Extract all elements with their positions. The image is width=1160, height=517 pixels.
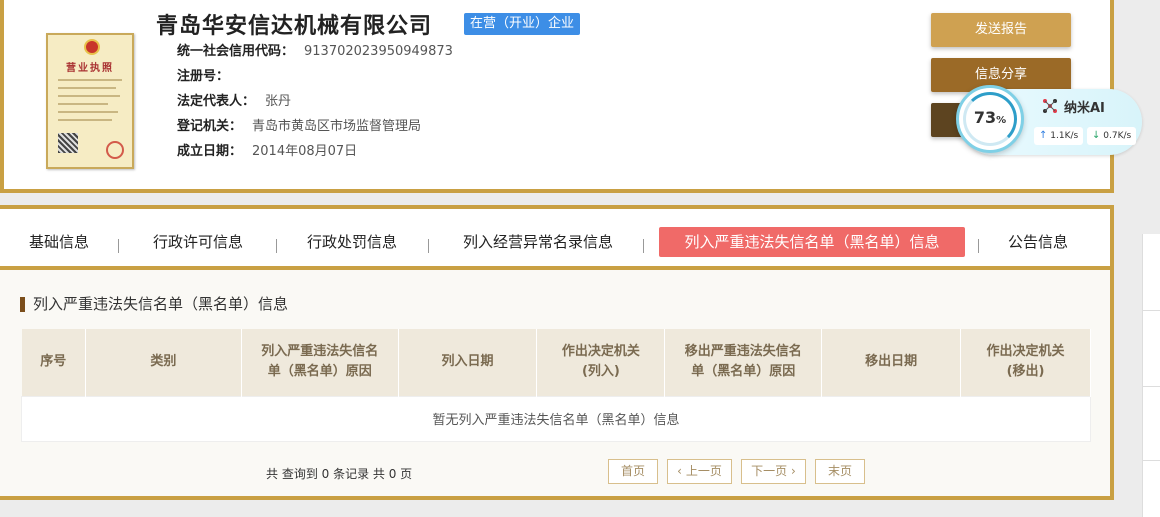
license-line <box>58 87 116 89</box>
download-speed-value: 0.7K/s <box>1103 131 1132 141</box>
tab-divider <box>643 239 644 253</box>
col-removed-reason: 移出严重违法失信名 单（黑名单）原因 <box>664 329 823 396</box>
col-listed-date: 列入日期 <box>398 329 538 396</box>
tab-announcements[interactable]: 公告信息 <box>995 227 1081 257</box>
info-value: 青岛市黄岛区市场监督管理局 <box>252 119 422 134</box>
col-removed-authority: 作出决定机关 (移出) <box>960 329 1091 396</box>
license-line <box>58 95 120 97</box>
license-line <box>58 119 112 121</box>
license-line <box>58 111 118 113</box>
tab-basic-info[interactable]: 基础信息 <box>18 227 100 257</box>
speed-widget[interactable]: 73% 纳米AI ↑ 1.1K/s ↓ 0.7K/s <box>956 85 1142 155</box>
business-license-image[interactable]: 营业执照 <box>46 33 134 169</box>
send-report-button[interactable]: 发送报告 <box>931 13 1071 47</box>
gauge-unit: % <box>996 115 1007 126</box>
info-value: 913702023950949873 <box>304 44 453 59</box>
info-credit-code: 统一社会信用代码： 913702023950949873 <box>177 42 453 62</box>
header-text: 单（黑名单）原因 <box>691 364 796 380</box>
section-title: 列入严重违法失信名单（黑名单）信息 <box>20 297 288 312</box>
header-text: 单（黑名单）原因 <box>267 364 372 380</box>
tab-divider <box>428 239 429 253</box>
info-legal-rep: 法定代表人： 张丹 <box>177 92 291 112</box>
table-row: 暂无列入严重违法失信名单（黑名单）信息 <box>21 395 1091 442</box>
info-value: 2014年08月07日 <box>252 144 358 159</box>
license-title: 营业执照 <box>66 63 114 74</box>
tab-divider <box>978 239 979 253</box>
next-page-label: 下一页 <box>751 464 788 478</box>
upload-speed: ↑ 1.1K/s <box>1034 127 1084 145</box>
record-panel: 基础信息 行政许可信息 行政处罚信息 列入经营异常名录信息 列入严重违法失信名单… <box>0 205 1114 500</box>
tab-blacklist[interactable]: 列入严重违法失信名单（黑名单）信息 <box>659 227 965 257</box>
tab-abnormal-list[interactable]: 列入经营异常名录信息 <box>448 227 628 257</box>
blacklist-table: 序号 类别 列入严重违法失信名 单（黑名单）原因 列入日期 作出决定机关 (列入) … <box>21 329 1091 442</box>
gauge-value: 73% <box>959 108 1021 127</box>
info-authority: 登记机关： 青岛市黄岛区市场监督管理局 <box>177 117 421 137</box>
side-divider <box>1143 310 1160 311</box>
upload-arrow-icon: ↑ <box>1039 130 1048 141</box>
col-removed-date: 移出日期 <box>821 329 962 396</box>
prev-page-button[interactable]: ‹ 上一页 <box>667 459 732 484</box>
gauge-percent: 73 <box>973 108 997 127</box>
download-speed: ↓ 0.7K/s <box>1087 127 1137 145</box>
next-page-button[interactable]: 下一页 › <box>741 459 806 484</box>
col-category: 类别 <box>85 329 242 396</box>
header-text: 移出日期 <box>865 354 918 370</box>
pagination-summary: 共 查询到 0 条记录 共 0 页 <box>266 467 413 481</box>
national-emblem-icon <box>84 39 100 55</box>
info-reg-number: 注册号： <box>177 67 239 87</box>
header-text: (移出) <box>1006 364 1045 380</box>
info-label: 注册号： <box>177 69 230 84</box>
col-index: 序号 <box>21 329 86 396</box>
download-arrow-icon: ↓ <box>1092 130 1101 141</box>
license-line <box>58 79 122 81</box>
prev-page-label: 上一页 <box>685 464 722 478</box>
company-name: 青岛华安信达机械有限公司 <box>156 14 433 39</box>
col-listed-authority: 作出决定机关 (列入) <box>536 329 666 396</box>
table-header-row: 序号 类别 列入严重违法失信名 单（黑名单）原因 列入日期 作出决定机关 (列入) … <box>21 329 1091 396</box>
page: 营业执照 青岛华安信达机械有限公司 在营（开业）企业 统一社会信用代码： 9137… <box>0 0 1160 517</box>
tab-divider <box>118 239 119 253</box>
upload-speed-value: 1.1K/s <box>1050 131 1079 141</box>
license-line <box>58 103 108 105</box>
qr-code-icon <box>58 133 78 153</box>
first-page-button[interactable]: 首页 <box>608 459 658 484</box>
info-label: 成立日期： <box>177 144 243 159</box>
header-text: 列入严重违法失信名 <box>261 344 379 360</box>
stamp-icon <box>106 141 124 159</box>
nano-ai-label: 纳米AI <box>1064 101 1105 116</box>
info-tabs: 基础信息 行政许可信息 行政处罚信息 列入经营异常名录信息 列入严重违法失信名单… <box>0 209 1110 270</box>
next-chevron-icon: › <box>791 464 796 478</box>
info-established: 成立日期： 2014年08月07日 <box>177 142 357 162</box>
header-text: 列入日期 <box>441 354 494 370</box>
side-panel-edge <box>1142 234 1160 517</box>
usage-gauge[interactable]: 73% <box>956 85 1024 153</box>
side-divider <box>1143 386 1160 387</box>
header-text: 作出决定机关 <box>986 344 1065 360</box>
tab-divider <box>276 239 277 253</box>
header-text: 类别 <box>150 354 177 370</box>
last-page-button[interactable]: 末页 <box>815 459 865 484</box>
info-label: 法定代表人： <box>177 94 256 109</box>
tab-admin-penalty[interactable]: 行政处罚信息 <box>294 227 410 257</box>
header-text: 移出严重违法失信名 <box>684 344 802 360</box>
header-text: 序号 <box>40 354 67 370</box>
status-badge: 在营（开业）企业 <box>464 13 581 35</box>
prev-chevron-icon: ‹ <box>677 464 682 478</box>
info-value: 张丹 <box>265 94 292 109</box>
side-divider <box>1143 460 1160 461</box>
info-label: 登记机关： <box>177 119 243 134</box>
col-listed-reason: 列入严重违法失信名 单（黑名单）原因 <box>241 329 399 396</box>
header-text: (列入) <box>581 364 620 380</box>
nano-ai-logo-icon <box>1043 99 1057 113</box>
tab-admin-license[interactable]: 行政许可信息 <box>140 227 256 257</box>
info-label: 统一社会信用代码： <box>177 44 295 59</box>
empty-message: 暂无列入严重违法失信名单（黑名单）信息 <box>21 395 1091 442</box>
header-text: 作出决定机关 <box>561 344 640 360</box>
